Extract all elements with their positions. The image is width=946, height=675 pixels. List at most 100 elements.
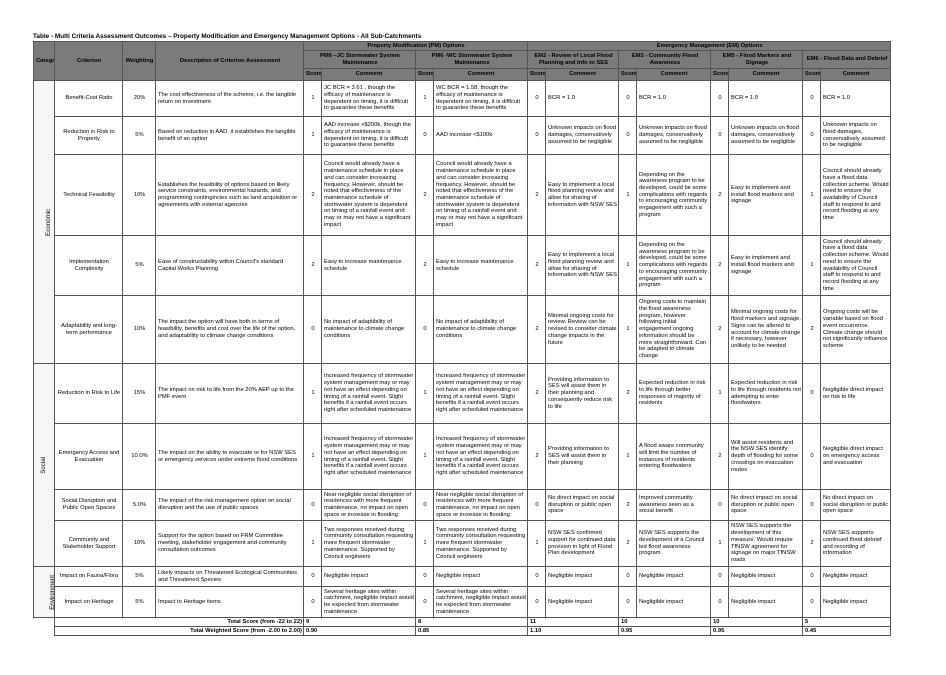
weighted-score-value: 0.85 [414, 626, 529, 636]
score-cell: 1 [802, 154, 822, 236]
comment-cell: Council should already have a flood data… [820, 235, 892, 296]
comment-cell: Ongoing costs to maintain the flood awar… [636, 295, 712, 364]
comment-cell: Easy to implement and install flood mark… [728, 235, 804, 296]
comment-cell: BCR = 1.0 [820, 80, 892, 117]
weighting-cell: 20% [122, 80, 156, 117]
comment-cell: Negligible impact [728, 566, 804, 587]
criterion-cell: Impact on Fauna/Flora [54, 566, 123, 587]
criterion-cell: Reduction in Risk to Property [54, 116, 123, 155]
score-cell: 1 [618, 235, 638, 296]
score-cell: 2 [527, 295, 547, 364]
criterion-cell: Reduction in Risk to Life [54, 363, 123, 424]
score-cell: 0 [415, 586, 434, 618]
score-cell: 1 [802, 235, 822, 296]
score-cell: 1 [303, 116, 322, 155]
table-row: Community and Stakeholder Support 10% Supp… [34, 520, 892, 567]
comment-cell: BCR = 1.0 [636, 80, 712, 117]
option-header: EM2 - Review of Local Flood Planning and… [527, 50, 620, 69]
weighting-cell: 5% [122, 116, 156, 155]
description-cell: The impact on risk to life from the 20% … [155, 363, 304, 424]
score-cell: 1 [415, 80, 434, 117]
comment-cell: Minimal ongoing costs for review. Review… [545, 295, 620, 364]
comment-header: Comment [636, 68, 712, 81]
weighting-cell: 10% [122, 520, 156, 567]
comment-cell: Minimal ongoing costs for flood markers … [728, 295, 804, 364]
description-cell: Support for the option based on FRM Comm… [155, 520, 304, 567]
category-social: Social [33, 363, 55, 567]
score-cell: 0 [618, 586, 638, 618]
weighting-cell: 15% [122, 363, 156, 424]
weighting-cell: 10.0% [122, 423, 156, 490]
weighted-score-value: 0.90 [303, 626, 416, 636]
comment-cell: Easy to increase maintenance schedule [432, 235, 529, 296]
score-cell: 2 [710, 235, 730, 296]
criterion-cell: Technical Feasibility [54, 154, 123, 236]
comment-cell: Unknown impacts on flood damages, conser… [545, 116, 620, 155]
table-row: Technical Feasibility 10% Establishes the … [34, 154, 892, 236]
description-cell: Based on reduction in AAD. it establishe… [155, 116, 304, 155]
comment-cell: Negligible impact [545, 586, 620, 618]
category-economic: Economic [33, 80, 55, 364]
option-header: EM5 - Flood Markers and Signage [710, 50, 804, 69]
score-cell: 2 [527, 235, 547, 296]
comment-cell: JC BCR = 3.61 , though the efficacy of m… [321, 80, 416, 117]
score-cell: 0 [710, 566, 730, 587]
comment-cell: NSW SES confirmed support for continued … [545, 520, 620, 567]
score-cell: 2 [303, 235, 322, 296]
score-cell: 1 [527, 520, 547, 567]
comment-cell: Unknown impacts on flood damages, conser… [728, 116, 804, 155]
total-score-value: 10 [710, 617, 804, 627]
comment-cell: Two responses received during community … [321, 520, 416, 567]
category-environment: Environment [33, 566, 55, 618]
mca-table: Category Criterion Weighting Description… [33, 41, 892, 636]
comment-header: Comment [545, 68, 620, 81]
score-cell: 1 [618, 295, 638, 364]
comment-cell: No impact of adaptibility of maintenance… [432, 295, 529, 364]
total-score-value: 10 [618, 617, 712, 627]
score-cell: 0 [710, 116, 730, 155]
blank-cell [34, 618, 55, 627]
comment-cell: Providing information to SES will assist… [545, 363, 620, 424]
comment-cell: Negligible impact [820, 566, 892, 587]
weighted-score-value: 0.95 [618, 626, 712, 636]
table-row: Emergency Access and Evacuation 10.0% The … [34, 423, 892, 490]
comment-cell: Easy to implement a local flood planning… [545, 235, 620, 296]
comment-cell: Two responses received during community … [432, 520, 529, 567]
comment-cell: AAD increase >$200k, though the efficacy… [321, 116, 416, 155]
score-cell: 2 [802, 520, 822, 567]
header-weighting: Weighting [122, 41, 156, 81]
comment-cell: Near negligble social disruption of resi… [432, 489, 529, 521]
score-cell: 0 [710, 489, 730, 521]
weighting-cell: 5.0% [122, 489, 156, 521]
comment-cell: Council would already have a maintenance… [432, 154, 529, 236]
option-header: PM6 -WC Stormwater System Maintenance [414, 50, 529, 69]
score-cell: 0 [710, 586, 730, 618]
category-label: Economic [45, 208, 53, 236]
comment-cell: Council should already have a flood data… [820, 154, 892, 236]
comment-cell: Increased frequency of stormwater system… [432, 423, 529, 490]
comment-cell: NSW SES supports continued flood debrief… [820, 520, 892, 567]
comment-cell: Improved community awareness seen as a s… [636, 489, 712, 521]
score-cell: 0 [802, 586, 822, 618]
comment-cell: Will assist residents and the NSW SES id… [728, 423, 804, 490]
blank-cell [34, 627, 55, 636]
comment-cell: No direct impact on social disruption or… [728, 489, 804, 521]
score-cell: 2 [527, 363, 547, 424]
header-criterion: Criterion [54, 41, 123, 81]
weighting-cell: 5% [122, 235, 156, 296]
score-header: Score [303, 68, 322, 81]
comment-cell: Providing information to SES will assist… [545, 423, 620, 490]
header-em-options: Emergency Management (EM) Options [527, 41, 892, 51]
description-cell: The cost effectiveness of the scheme, i.… [155, 80, 304, 117]
comment-cell: Easy to implement and install flood mark… [728, 154, 804, 236]
score-cell: 1 [710, 520, 730, 567]
score-cell: 1 [618, 423, 638, 490]
category-label: Environment [49, 574, 55, 610]
comment-cell: Increased frequency of stormwater system… [321, 423, 416, 490]
header-pm-options: Property Modification (PM) Options [302, 41, 529, 51]
table-row: Adaptability and long-term performance 10… [34, 295, 892, 364]
criterion-cell: Implementation Complexity [54, 235, 123, 296]
option-header: EM3 - Community Flood Awareness [618, 50, 712, 69]
score-cell: 2 [618, 489, 638, 521]
score-cell: 0 [802, 363, 822, 424]
